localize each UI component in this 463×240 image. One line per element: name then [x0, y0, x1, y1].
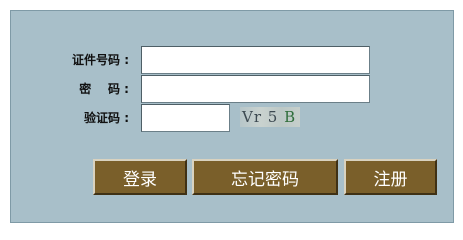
- forgot-password-button[interactable]: 忘记密码: [192, 159, 338, 195]
- login-button[interactable]: 登录: [93, 159, 187, 195]
- captcha-input[interactable]: [141, 104, 230, 132]
- login-panel: 证件号码 : 密 码 : 验证码 : Vr 5 B 登录 忘记密码 注册: [10, 10, 454, 223]
- captcha-text: Vr 5: [242, 108, 285, 126]
- password-label: 密 码 :: [79, 82, 129, 96]
- id-number-label: 证件号码 :: [72, 53, 129, 67]
- captcha-image[interactable]: Vr 5 B: [240, 107, 300, 127]
- captcha-text-end: B: [284, 108, 297, 126]
- password-input[interactable]: [141, 75, 370, 103]
- id-number-input[interactable]: [141, 46, 370, 74]
- captcha-label: 验证码 :: [84, 111, 129, 125]
- register-button[interactable]: 注册: [344, 159, 437, 195]
